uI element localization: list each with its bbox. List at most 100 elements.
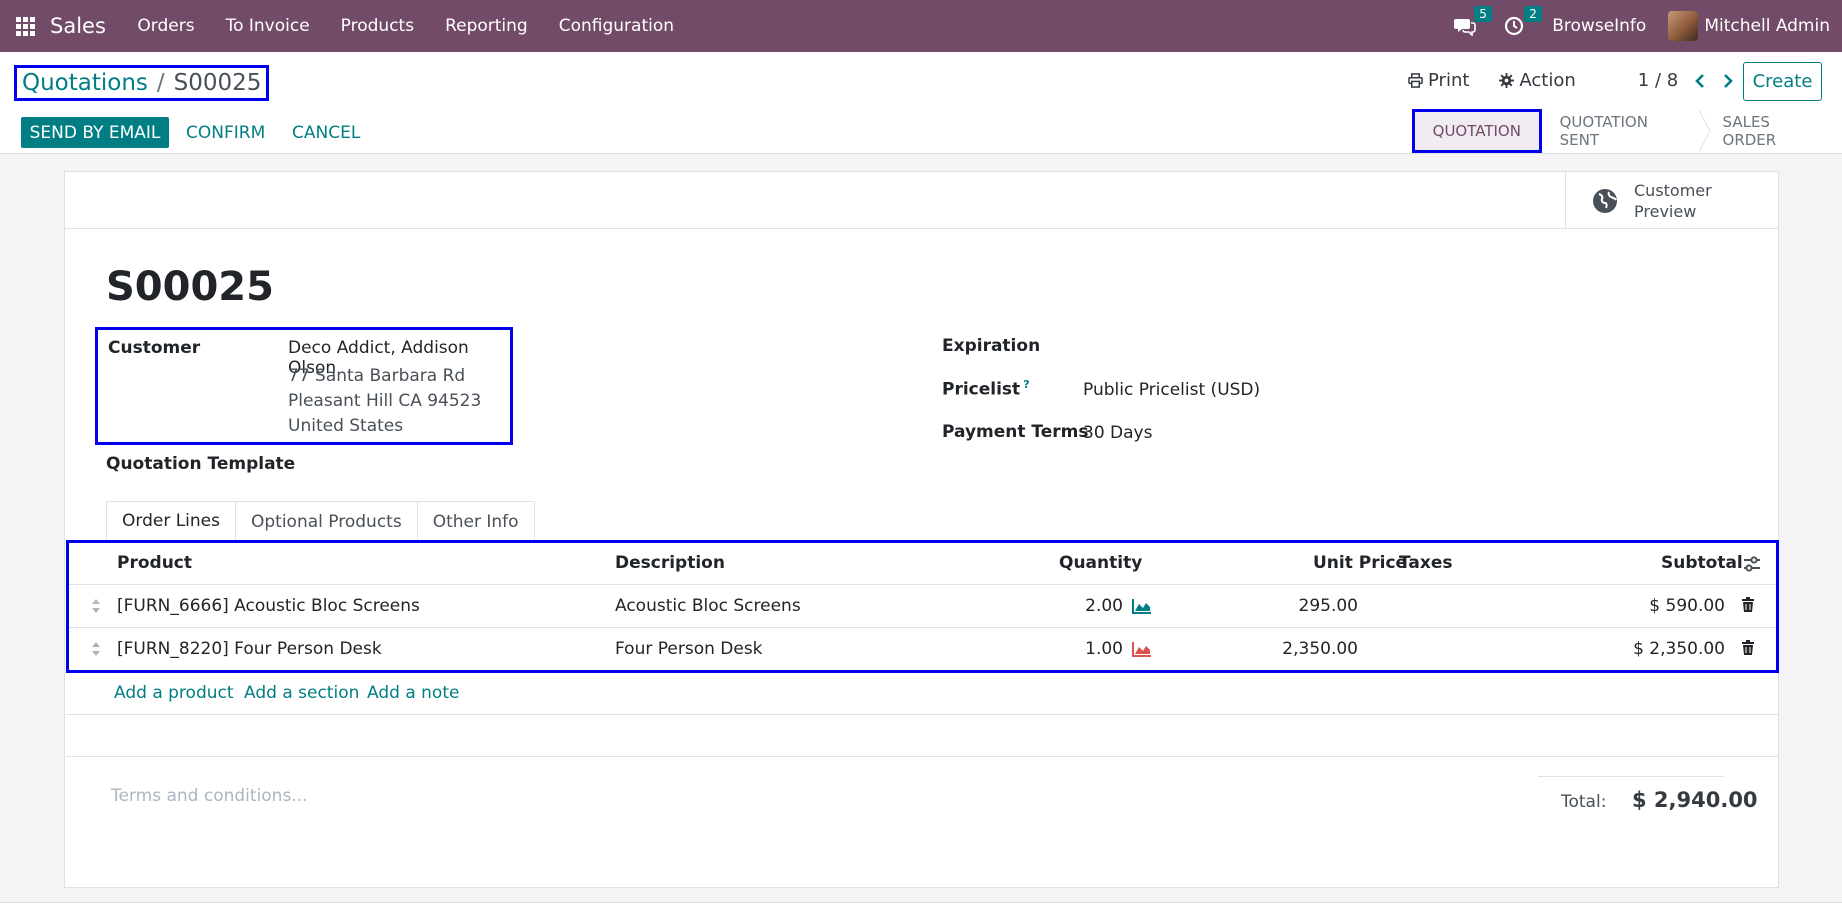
customer-address-line-3: United States — [288, 416, 404, 436]
systray: 5 2 BrowseInfo Mitchell Admin — [1454, 0, 1842, 52]
stage-quotation-sent-label: QUOTATION SENT — [1559, 113, 1648, 149]
cancel-button[interactable]: CANCEL — [292, 123, 360, 143]
pager-value[interactable]: 1 / 8 — [1638, 70, 1678, 91]
col-description[interactable]: Description — [615, 553, 725, 573]
quotation-template-label: Quotation Template — [106, 454, 296, 474]
row-subtotal: $ 590.00 — [1649, 596, 1725, 616]
col-unit-price[interactable]: Unit Price — [1313, 553, 1407, 573]
notebook-tabs: Order Lines Optional Products Other Info — [106, 501, 1739, 541]
stage-quotation-sent[interactable]: QUOTATION SENT — [1542, 110, 1711, 152]
record-title: S00025 — [106, 264, 274, 310]
row-quantity: 1.00 — [1085, 639, 1123, 659]
delete-line-button[interactable] — [1741, 640, 1755, 661]
pricelist-label: Pricelist — [942, 379, 1021, 400]
add-product-link[interactable]: Add a product — [114, 683, 234, 703]
avatar — [1668, 11, 1699, 41]
form-sheet: Customer Preview S00025 Customer Deco Ad… — [64, 171, 1779, 888]
expiration-label: Expiration — [942, 336, 1041, 356]
table-row[interactable]: [FURN_8220] Four Person Desk Four Person… — [69, 628, 1776, 671]
table-row[interactable]: [FURN_6666] Acoustic Bloc Screens Acoust… — [69, 585, 1776, 628]
drag-handle-icon[interactable] — [91, 598, 101, 614]
order-lines-table: Product Description Quantity Unit Price … — [66, 540, 1779, 673]
area-chart-icon — [1132, 642, 1151, 657]
row-description: Acoustic Bloc Screens — [615, 596, 801, 616]
row-description: Four Person Desk — [615, 639, 763, 659]
delete-line-button[interactable] — [1741, 597, 1755, 618]
print-button[interactable]: Print — [1408, 70, 1469, 91]
control-panel: Quotations / S00025 Print Action 1 / 8 C… — [0, 52, 1842, 154]
total-divider — [1538, 776, 1724, 777]
action-label: Action — [1519, 70, 1576, 91]
chat-icon — [1454, 19, 1477, 36]
customer-preview-label: Customer Preview — [1634, 180, 1712, 221]
payment-terms-field[interactable]: 30 Days — [1083, 423, 1152, 443]
pricelist-field[interactable]: Public Pricelist (USD) — [1083, 380, 1260, 400]
breadcrumb-current: S00025 — [173, 70, 262, 96]
chevron-left-icon — [1695, 73, 1705, 88]
customer-address-line-1: 77 Santa Barbara Rd — [288, 366, 466, 386]
add-note-link[interactable]: Add a note — [367, 683, 459, 703]
page-bottom-edge — [0, 902, 1842, 907]
confirm-button[interactable]: CONFIRM — [186, 123, 265, 143]
status-bar: QUOTATION QUOTATION SENT SALES ORDER — [1412, 109, 1842, 153]
help-icon[interactable]: ? — [1023, 378, 1029, 391]
stage-sales-order[interactable]: SALES ORDER — [1705, 110, 1842, 152]
pager-previous-button[interactable] — [1694, 73, 1706, 89]
sliders-icon — [1744, 556, 1760, 572]
forecast-widget[interactable] — [1132, 598, 1152, 619]
menu-products[interactable]: Products — [325, 16, 429, 36]
print-label: Print — [1428, 70, 1470, 91]
send-by-email-button[interactable]: SEND BY EMAIL — [21, 117, 169, 148]
create-button[interactable]: Create — [1743, 62, 1822, 101]
col-subtotal[interactable]: Subtotal — [1661, 553, 1743, 573]
payment-terms-label: Payment Terms — [942, 422, 1089, 442]
customer-label: Customer — [108, 338, 201, 358]
col-taxes[interactable]: Taxes — [1399, 553, 1453, 573]
smart-button-box: Customer Preview — [65, 172, 1778, 229]
row-product: [FURN_8220] Four Person Desk — [117, 639, 382, 659]
activities-button[interactable]: 2 — [1504, 6, 1542, 36]
trash-icon — [1742, 597, 1754, 612]
app-name[interactable]: Sales — [50, 14, 106, 38]
record-toolbar: Print Action 1 / 8 — [1408, 70, 1734, 91]
company-switcher[interactable]: BrowseInfo — [1552, 16, 1646, 36]
globe-icon — [1593, 188, 1617, 213]
action-button[interactable]: Action — [1499, 70, 1576, 91]
pricelist-label-group: Pricelist? — [942, 378, 1030, 400]
clock-icon — [1505, 16, 1524, 36]
drag-handle-icon[interactable] — [91, 641, 101, 657]
customer-address-line-2: Pleasant Hill CA 94523 — [288, 391, 482, 411]
row-subtotal: $ 2,350.00 — [1633, 639, 1725, 659]
gear-icon — [1499, 73, 1515, 88]
add-section-link[interactable]: Add a section — [244, 683, 359, 703]
row-unit-price: 295.00 — [1298, 596, 1358, 616]
breadcrumb-quotations-link[interactable]: Quotations — [22, 70, 148, 96]
tab-order-lines[interactable]: Order Lines — [106, 501, 236, 541]
col-product[interactable]: Product — [117, 553, 192, 573]
total-label: Total: — [1561, 792, 1607, 812]
customer-preview-button[interactable]: Customer Preview — [1565, 172, 1778, 229]
optional-columns-toggle[interactable] — [1743, 556, 1761, 577]
user-menu[interactable]: Mitchell Admin — [1668, 11, 1830, 41]
apps-menu-icon[interactable] — [0, 0, 50, 52]
stage-quotation[interactable]: QUOTATION — [1412, 109, 1542, 153]
tab-optional-products[interactable]: Optional Products — [235, 501, 418, 541]
breadcrumb: Quotations / S00025 — [14, 65, 270, 101]
chevron-right-icon — [1724, 73, 1734, 88]
col-quantity[interactable]: Quantity — [1059, 553, 1142, 573]
terms-and-conditions-field[interactable]: Terms and conditions... — [111, 786, 308, 806]
messages-count-badge: 5 — [1474, 6, 1492, 22]
menu-configuration[interactable]: Configuration — [543, 16, 689, 36]
row-quantity: 2.00 — [1085, 596, 1123, 616]
menu-orders[interactable]: Orders — [122, 16, 210, 36]
print-icon — [1408, 73, 1423, 88]
add-line-row: Add a product Add a section Add a note — [66, 673, 1779, 715]
tab-other-info[interactable]: Other Info — [416, 501, 535, 541]
empty-row — [66, 715, 1779, 757]
menu-to-invoice[interactable]: To Invoice — [210, 16, 325, 36]
messages-button[interactable]: 5 — [1454, 6, 1492, 36]
menu-reporting[interactable]: Reporting — [430, 16, 544, 36]
activities-count-badge: 2 — [1524, 6, 1542, 22]
pager-next-button[interactable] — [1722, 73, 1734, 89]
forecast-widget[interactable] — [1132, 641, 1152, 662]
